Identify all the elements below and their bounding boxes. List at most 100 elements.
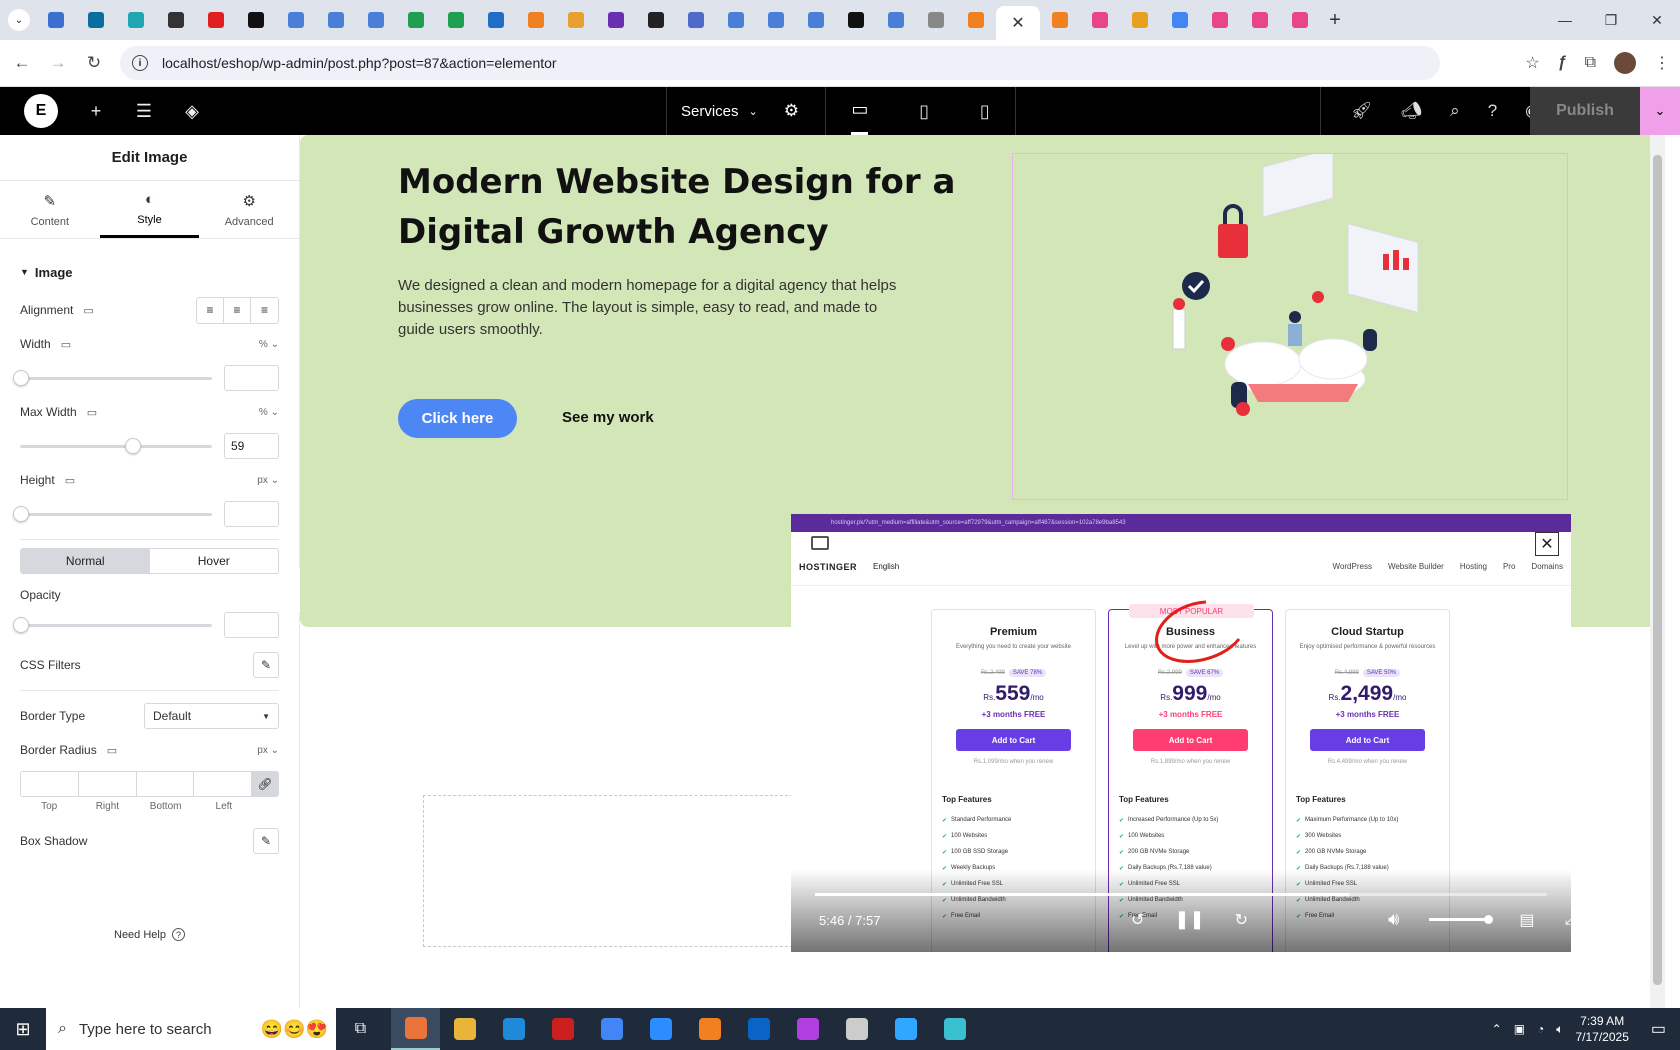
click-here-button[interactable]: Click here xyxy=(398,399,517,438)
radius-right-input[interactable] xyxy=(79,772,137,796)
browser-tab[interactable] xyxy=(636,5,676,35)
site-settings-icon[interactable]: ☰ xyxy=(120,101,168,122)
max-width-unit-select[interactable]: % ⌄ xyxy=(259,407,279,418)
new-tab-button[interactable]: + xyxy=(1320,9,1350,32)
extension-icon[interactable]: ƒ xyxy=(1558,54,1567,72)
height-slider[interactable] xyxy=(13,505,212,522)
task-view-icon[interactable]: ⧉ xyxy=(336,1008,385,1050)
browser-tab[interactable] xyxy=(116,5,156,35)
elementor-logo-icon[interactable]: E xyxy=(24,94,58,128)
restore-icon[interactable]: ❐ xyxy=(1588,0,1634,40)
slider-handle[interactable] xyxy=(125,437,142,454)
slider-handle[interactable] xyxy=(13,505,29,522)
back-icon[interactable]: ← xyxy=(4,53,40,73)
browser-tab[interactable] xyxy=(716,5,756,35)
browser-tab[interactable] xyxy=(756,5,796,35)
site-info-icon[interactable]: i xyxy=(132,55,148,71)
browser-tab[interactable] xyxy=(356,5,396,35)
taskbar-app-icon[interactable] xyxy=(391,1008,440,1050)
browser-tab[interactable] xyxy=(76,5,116,35)
forward-icon[interactable]: ↻ xyxy=(1235,910,1248,930)
close-tab-icon[interactable]: ✕ xyxy=(1011,13,1024,33)
reload-icon[interactable]: ↻ xyxy=(76,53,112,73)
state-normal-tab[interactable]: Normal xyxy=(21,549,150,573)
kebab-menu-icon[interactable]: ⋮ xyxy=(1654,53,1670,73)
tab-advanced[interactable]: ⚙ Advanced xyxy=(199,181,299,238)
max-width-slider[interactable] xyxy=(20,437,212,454)
browser-tab[interactable] xyxy=(876,5,916,35)
fullscreen-icon[interactable]: ⤢ xyxy=(1564,911,1571,929)
browser-tab[interactable] xyxy=(316,5,356,35)
browser-tab[interactable] xyxy=(1120,5,1160,35)
rocket-icon[interactable]: 🚀︎ xyxy=(1351,101,1373,121)
desktop-responsive-icon[interactable]: ▭ xyxy=(107,744,117,757)
desktop-responsive-icon[interactable]: ▭ xyxy=(61,338,71,351)
browser-tab[interactable] xyxy=(1080,5,1120,35)
minimize-icon[interactable]: — xyxy=(1542,0,1588,40)
url-bar[interactable]: i localhost/eshop/wp-admin/post.php?post… xyxy=(120,46,1440,80)
css-filters-edit-icon[interactable]: ✎ xyxy=(253,652,279,678)
taskbar-search[interactable]: ⌕ Type here to search 😄😊😍 xyxy=(46,1008,336,1050)
browser-tab[interactable] xyxy=(956,5,996,35)
wifi-icon[interactable]: ◔ xyxy=(1537,1022,1544,1036)
pip-video-player[interactable]: hostinger.pk/?utm_medium=affiliate&utm_s… xyxy=(791,514,1571,952)
document-menu[interactable]: Services ⌄ ⚙ xyxy=(666,87,826,135)
slider-handle[interactable] xyxy=(13,369,29,386)
taskbar-clock[interactable]: 7:39 AM 7/17/2025 xyxy=(1575,1013,1628,1045)
volume-icon[interactable]: 🔊︎ xyxy=(1388,909,1399,930)
tab-search-icon[interactable]: ⌄ xyxy=(8,9,30,31)
desktop-responsive-icon[interactable]: ▭ xyxy=(65,474,75,487)
taskbar-app-icon[interactable] xyxy=(440,1008,489,1050)
browser-tab[interactable] xyxy=(836,5,876,35)
browser-tab[interactable] xyxy=(1280,5,1320,35)
radius-bottom-input[interactable] xyxy=(137,772,195,796)
taskbar-app-icon[interactable] xyxy=(685,1008,734,1050)
pip-back-to-tab-icon[interactable] xyxy=(811,536,829,550)
browser-tab[interactable] xyxy=(1040,5,1080,35)
browser-tab[interactable] xyxy=(796,5,836,35)
speaker-icon[interactable]: 🔈︎ xyxy=(1556,1022,1563,1037)
browser-tab[interactable] xyxy=(1200,5,1240,35)
forward-icon[interactable]: → xyxy=(40,53,76,73)
taskbar-app-icon[interactable] xyxy=(538,1008,587,1050)
link-values-icon[interactable]: 🔗︎ xyxy=(252,772,278,796)
active-tab[interactable]: ✕ xyxy=(996,6,1040,40)
browser-tab[interactable] xyxy=(516,5,556,35)
taskbar-app-icon[interactable] xyxy=(587,1008,636,1050)
hero-title[interactable]: Modern Website Design for a Digital Grow… xyxy=(398,157,958,257)
show-hidden-icons-icon[interactable]: ⌃ xyxy=(1492,1022,1502,1036)
captions-icon[interactable]: ▤ xyxy=(1519,910,1534,930)
browser-tab[interactable] xyxy=(276,5,316,35)
state-hover-tab[interactable]: Hover xyxy=(150,549,279,573)
page-settings-gear-icon[interactable]: ⚙ xyxy=(784,101,799,121)
hero-description[interactable]: We designed a clean and modern homepage … xyxy=(398,275,918,341)
align-center-icon[interactable]: ≡ xyxy=(224,297,251,323)
rewind-icon[interactable]: ↺ xyxy=(1131,910,1144,930)
browser-tab[interactable] xyxy=(396,5,436,35)
canvas-scrollbar[interactable] xyxy=(1650,135,1665,1008)
tab-content[interactable]: ✎ Content xyxy=(0,181,100,238)
see-my-work-link[interactable]: See my work xyxy=(562,409,654,426)
structure-layers-icon[interactable]: ◈ xyxy=(168,101,216,122)
opacity-input[interactable] xyxy=(224,612,279,638)
puzzle-extensions-icon[interactable]: ⧉ xyxy=(1585,54,1596,72)
desktop-responsive-icon[interactable]: ▭ xyxy=(83,304,93,317)
height-unit-select[interactable]: px ⌄ xyxy=(257,475,279,486)
search-icon[interactable]: ⌕ xyxy=(1450,101,1460,121)
tab-style[interactable]: ◐ Style xyxy=(99,181,200,238)
browser-tab[interactable] xyxy=(156,5,196,35)
browser-tab[interactable] xyxy=(436,5,476,35)
profile-avatar[interactable] xyxy=(1614,52,1636,74)
close-window-icon[interactable]: ✕ xyxy=(1634,0,1680,40)
hero-image-widget[interactable] xyxy=(1012,147,1568,500)
border-type-select[interactable]: Default ▼ xyxy=(144,703,279,729)
browser-tab[interactable] xyxy=(1240,5,1280,35)
mobile-icon[interactable]: ▯ xyxy=(980,87,990,135)
taskbar-app-icon[interactable] xyxy=(489,1008,538,1050)
empty-drop-area[interactable] xyxy=(423,795,793,947)
network-icon[interactable]: ▣ xyxy=(1514,1022,1525,1036)
browser-tab[interactable] xyxy=(916,5,956,35)
bookmark-star-icon[interactable]: ☆ xyxy=(1525,53,1539,73)
browser-tab[interactable] xyxy=(596,5,636,35)
align-left-icon[interactable]: ≡ xyxy=(197,297,224,323)
